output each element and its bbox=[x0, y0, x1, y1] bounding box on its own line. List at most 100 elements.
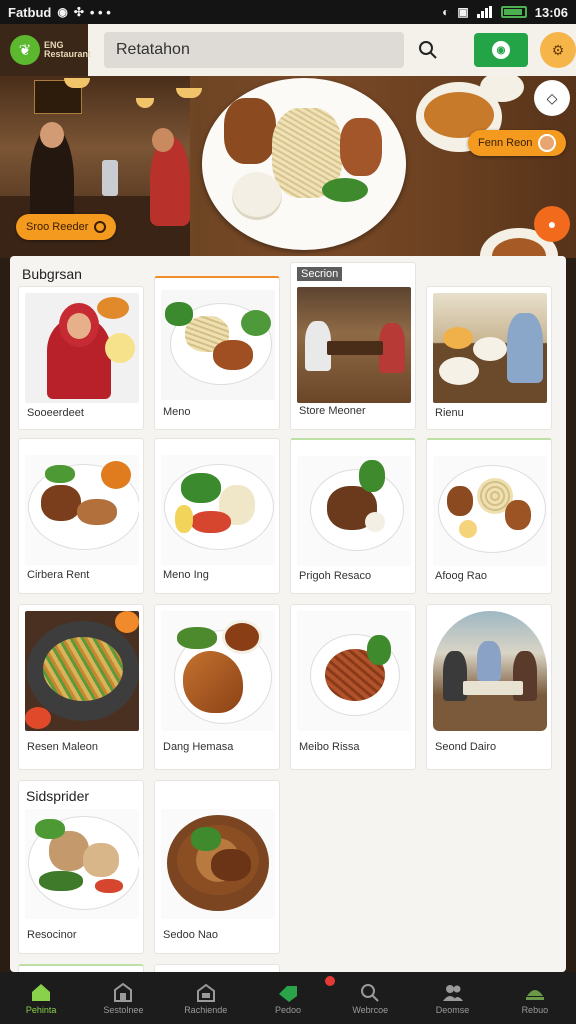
greens bbox=[191, 827, 221, 851]
greens bbox=[322, 178, 368, 202]
card-meno[interactable]: Meno bbox=[154, 276, 280, 430]
bowl bbox=[443, 327, 473, 349]
search-button[interactable] bbox=[406, 32, 450, 68]
nav-label: Rachiende bbox=[184, 1004, 228, 1015]
search-input[interactable]: Retatahon bbox=[104, 32, 404, 68]
egg bbox=[365, 512, 385, 532]
card-image bbox=[25, 611, 139, 731]
hero-banner[interactable]: Sroo Reeder Fenn Reon ◇ ● bbox=[0, 76, 576, 258]
card-image bbox=[161, 611, 275, 731]
staff-head bbox=[40, 122, 64, 148]
app-logo[interactable]: ❦ ENG Restaurant bbox=[0, 24, 92, 76]
share-icon: ✣ bbox=[73, 5, 84, 19]
bowl bbox=[97, 297, 129, 319]
hero-left-pill-label: Sroo Reeder bbox=[26, 221, 89, 233]
tomato bbox=[191, 511, 231, 533]
sauce-bowl bbox=[101, 461, 131, 489]
settings-button[interactable]: ⚙ bbox=[540, 32, 576, 68]
greens bbox=[165, 302, 193, 326]
tag-icon bbox=[278, 985, 297, 1002]
nav-label: Pedoo bbox=[274, 1004, 301, 1015]
chat-icon: ◉ bbox=[492, 41, 510, 59]
record-icon: ◉ bbox=[57, 5, 68, 19]
nav-item-tag[interactable]: Pedoo bbox=[247, 972, 335, 1024]
nav-item-dish[interactable]: Rebuo bbox=[494, 972, 576, 1024]
plate bbox=[473, 337, 507, 361]
chicken bbox=[83, 843, 119, 877]
card-label: Meno bbox=[163, 406, 191, 418]
greens bbox=[367, 635, 391, 665]
home-icon bbox=[32, 983, 51, 1001]
card-label: Meibo Rissa bbox=[299, 741, 360, 753]
logo-text: ENG Restaurant bbox=[44, 40, 92, 59]
nav-label: Sestolnee bbox=[103, 1004, 144, 1015]
section-title: Bubgrsan bbox=[22, 266, 82, 282]
card-cirbera-rent[interactable]: Cirbera Rent bbox=[18, 438, 144, 594]
hero-right-pill-label: Fenn Reon bbox=[478, 137, 533, 149]
card-prigoh-resaco[interactable]: Prigoh Resaco bbox=[290, 438, 416, 594]
card-partial[interactable] bbox=[154, 964, 280, 972]
search-placeholder: Retatahon bbox=[116, 41, 190, 58]
card-image bbox=[25, 809, 139, 919]
section-title: Sidsprider bbox=[26, 788, 90, 804]
greens bbox=[45, 465, 75, 483]
card-label: Resen Maleon bbox=[27, 741, 98, 753]
sauce-bowl bbox=[115, 611, 139, 633]
meat bbox=[447, 486, 473, 516]
clock: 13:06 bbox=[534, 4, 568, 20]
table bbox=[463, 681, 523, 695]
chevron-right-icon: ● bbox=[547, 216, 557, 232]
nav-item-building[interactable]: Rachiende bbox=[165, 972, 247, 1024]
card-seond-dairo[interactable]: Seond Dairo bbox=[426, 604, 552, 770]
plate bbox=[439, 357, 479, 385]
beans bbox=[39, 871, 83, 891]
card-afoog-rao[interactable]: Afoog Rao bbox=[426, 438, 552, 594]
hero-right-pill[interactable]: Fenn Reon bbox=[468, 130, 567, 156]
nav-label: Webrcoe bbox=[352, 1004, 389, 1015]
sausage bbox=[77, 499, 117, 525]
nav-item-store[interactable]: Sestolnee bbox=[82, 972, 164, 1024]
bottom-nav: Pehinta Sestolnee Rachiende Pedoo Webrco… bbox=[0, 972, 576, 1024]
card-meno-ing[interactable]: Meno Ing bbox=[154, 438, 280, 594]
hero-next-button[interactable]: ● bbox=[534, 206, 570, 242]
card-meibo-rissa[interactable]: Meibo Rissa bbox=[290, 604, 416, 770]
greens bbox=[181, 473, 221, 503]
chili-bowl bbox=[25, 707, 51, 729]
meat bbox=[224, 98, 276, 164]
card-resen-maleon[interactable]: Resen Maleon bbox=[18, 604, 144, 770]
menu-panel: Bubgrsan Sooeerdeet Meno Secrion Store M… bbox=[10, 256, 566, 972]
card-image bbox=[25, 455, 139, 565]
hero-left-pill[interactable]: Sroo Reeder bbox=[16, 214, 117, 240]
nav-item-people[interactable]: Deomse bbox=[411, 972, 493, 1024]
card-label: Seond Dairo bbox=[435, 741, 497, 753]
nav-item-search[interactable]: Webrcoe bbox=[329, 972, 411, 1024]
card-sooeerdeet[interactable]: Sooeerdeet bbox=[18, 286, 144, 430]
coffee-machine bbox=[102, 160, 118, 196]
chat-button[interactable]: ◉ bbox=[474, 33, 528, 67]
table bbox=[327, 341, 383, 355]
card-rienu[interactable]: Rienu bbox=[426, 286, 552, 430]
card-sedoo-nao[interactable]: Sedoo Nao bbox=[154, 780, 280, 954]
dish-icon bbox=[525, 989, 544, 1000]
nav-label: Rebuo bbox=[521, 1004, 549, 1015]
face bbox=[67, 313, 91, 339]
card-image bbox=[297, 611, 411, 731]
nav-item-home[interactable]: Pehinta bbox=[0, 972, 82, 1024]
hero-like-button[interactable]: ◇ bbox=[534, 80, 570, 116]
card-resocinor[interactable]: Resocinor bbox=[18, 780, 144, 954]
card-label: Rienu bbox=[435, 407, 464, 419]
card-store-meoner[interactable]: Secrion Store Meoner bbox=[290, 262, 416, 430]
meat bbox=[41, 485, 81, 521]
card-dang-hemasa[interactable]: Dang Hemasa bbox=[154, 604, 280, 770]
card-label: Dang Hemasa bbox=[163, 741, 234, 753]
card-partial[interactable] bbox=[18, 964, 144, 972]
meat bbox=[340, 118, 382, 176]
card-label: Meno Ing bbox=[163, 569, 209, 581]
card-tag: Secrion bbox=[297, 267, 343, 281]
building-icon bbox=[196, 983, 215, 1002]
greens bbox=[35, 819, 65, 839]
battery-icon bbox=[500, 6, 527, 18]
card-image bbox=[297, 456, 411, 566]
search-icon bbox=[361, 983, 379, 1002]
stir-fry bbox=[43, 637, 123, 701]
